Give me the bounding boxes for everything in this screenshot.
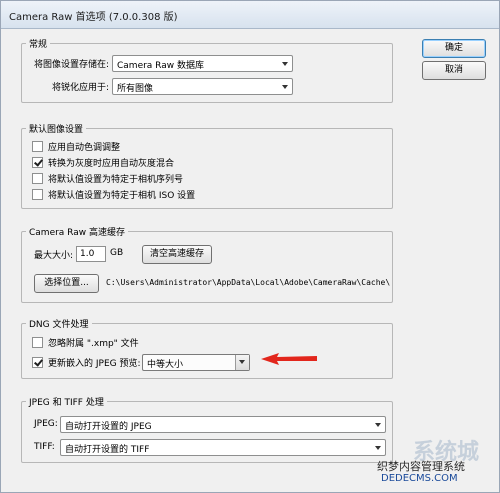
sharpen-select[interactable]: 所有图像 — [112, 78, 293, 95]
camera-serial-checkbox[interactable] — [32, 173, 43, 184]
max-size-unit: GB — [110, 248, 124, 258]
update-preview-checkbox[interactable] — [32, 357, 43, 368]
dng-group: DNG 文件处理 忽略附属 ".xmp" 文件 更新嵌入的 JPEG 预览: 中… — [21, 317, 393, 379]
cache-group: Camera Raw 高速缓存 最大大小: 1.0 GB 清空高速缓存 选择位置… — [21, 225, 393, 303]
watermark-line2: DEDECMS.COM — [381, 473, 458, 484]
default-settings-group: 默认图像设置 应用自动色调调整 转换为灰度时应用自动灰度混合 将默认值设置为特定… — [21, 122, 393, 209]
ok-button[interactable]: 确定 — [422, 39, 486, 58]
camera-iso-label: 将默认值设置为特定于相机 ISO 设置 — [48, 191, 196, 201]
ignore-xmp-label: 忽略附属 ".xmp" 文件 — [48, 339, 139, 349]
save-settings-label: 将图像设置存储在: — [34, 60, 110, 70]
jpeg-handling-value: 自动打开设置的 JPEG — [65, 422, 152, 432]
save-settings-select[interactable]: Camera Raw 数据库 — [112, 55, 293, 72]
red-arrow-icon — [261, 353, 317, 365]
tiff-label: TIFF: — [34, 442, 55, 452]
select-location-button[interactable]: 选择位置... — [34, 274, 99, 293]
max-size-label: 最大大小: — [34, 251, 74, 261]
watermark: 系统城 织梦内容管理系统 DEDECMS.COM — [373, 434, 493, 490]
general-title: 常规 — [26, 37, 51, 50]
chevron-down-icon — [239, 360, 245, 364]
auto-tone-label: 应用自动色调调整 — [48, 143, 121, 153]
preview-size-value: 中等大小 — [147, 360, 184, 370]
update-preview-label: 更新嵌入的 JPEG 预览: — [48, 359, 141, 369]
jpeg-label: JPEG: — [34, 419, 58, 429]
preferences-dialog: Camera Raw 首选项 (7.0.0.308 版) 确定 取消 常规 将图… — [0, 0, 500, 493]
jpeg-handling-select[interactable]: 自动打开设置的 JPEG — [60, 416, 386, 433]
watermark-line1: 织梦内容管理系统 — [377, 460, 465, 473]
cache-path: C:\Users\Administrator\AppData\Local\Ado… — [106, 278, 391, 287]
window-title: Camera Raw 首选项 (7.0.0.308 版) — [9, 12, 178, 23]
cache-title: Camera Raw 高速缓存 — [26, 225, 128, 238]
title-bar: Camera Raw 首选项 (7.0.0.308 版) — [1, 1, 499, 29]
jpeg-tiff-title: JPEG 和 TIFF 处理 — [26, 395, 107, 408]
preview-size-select[interactable]: 中等大小 — [142, 354, 250, 371]
ignore-xmp-checkbox[interactable] — [32, 337, 43, 348]
jpeg-tiff-group: JPEG 和 TIFF 处理 JPEG: 自动打开设置的 JPEG TIFF: … — [21, 395, 393, 463]
default-settings-title: 默认图像设置 — [26, 122, 87, 135]
auto-grayscale-label: 转换为灰度时应用自动灰度混合 — [48, 159, 175, 169]
chevron-down-icon — [282, 62, 288, 66]
purge-cache-button[interactable]: 清空高速缓存 — [142, 245, 212, 264]
max-size-input[interactable]: 1.0 — [76, 246, 106, 262]
cancel-button[interactable]: 取消 — [422, 61, 486, 80]
auto-tone-checkbox[interactable] — [32, 141, 43, 152]
auto-grayscale-checkbox[interactable] — [32, 157, 43, 168]
sharpen-value: 所有图像 — [117, 84, 154, 94]
tiff-handling-select[interactable]: 自动打开设置的 TIFF — [60, 439, 386, 456]
sharpen-label: 将锐化应用于: — [52, 83, 110, 93]
dng-title: DNG 文件处理 — [26, 317, 92, 330]
general-group: 常规 将图像设置存储在: Camera Raw 数据库 将锐化应用于: 所有图像 — [21, 37, 393, 103]
camera-serial-label: 将默认值设置为特定于相机序列号 — [48, 175, 184, 185]
chevron-down-icon — [282, 85, 288, 89]
tiff-handling-value: 自动打开设置的 TIFF — [65, 445, 150, 455]
chevron-down-icon — [375, 423, 381, 427]
save-settings-value: Camera Raw 数据库 — [117, 61, 204, 71]
camera-iso-checkbox[interactable] — [32, 189, 43, 200]
